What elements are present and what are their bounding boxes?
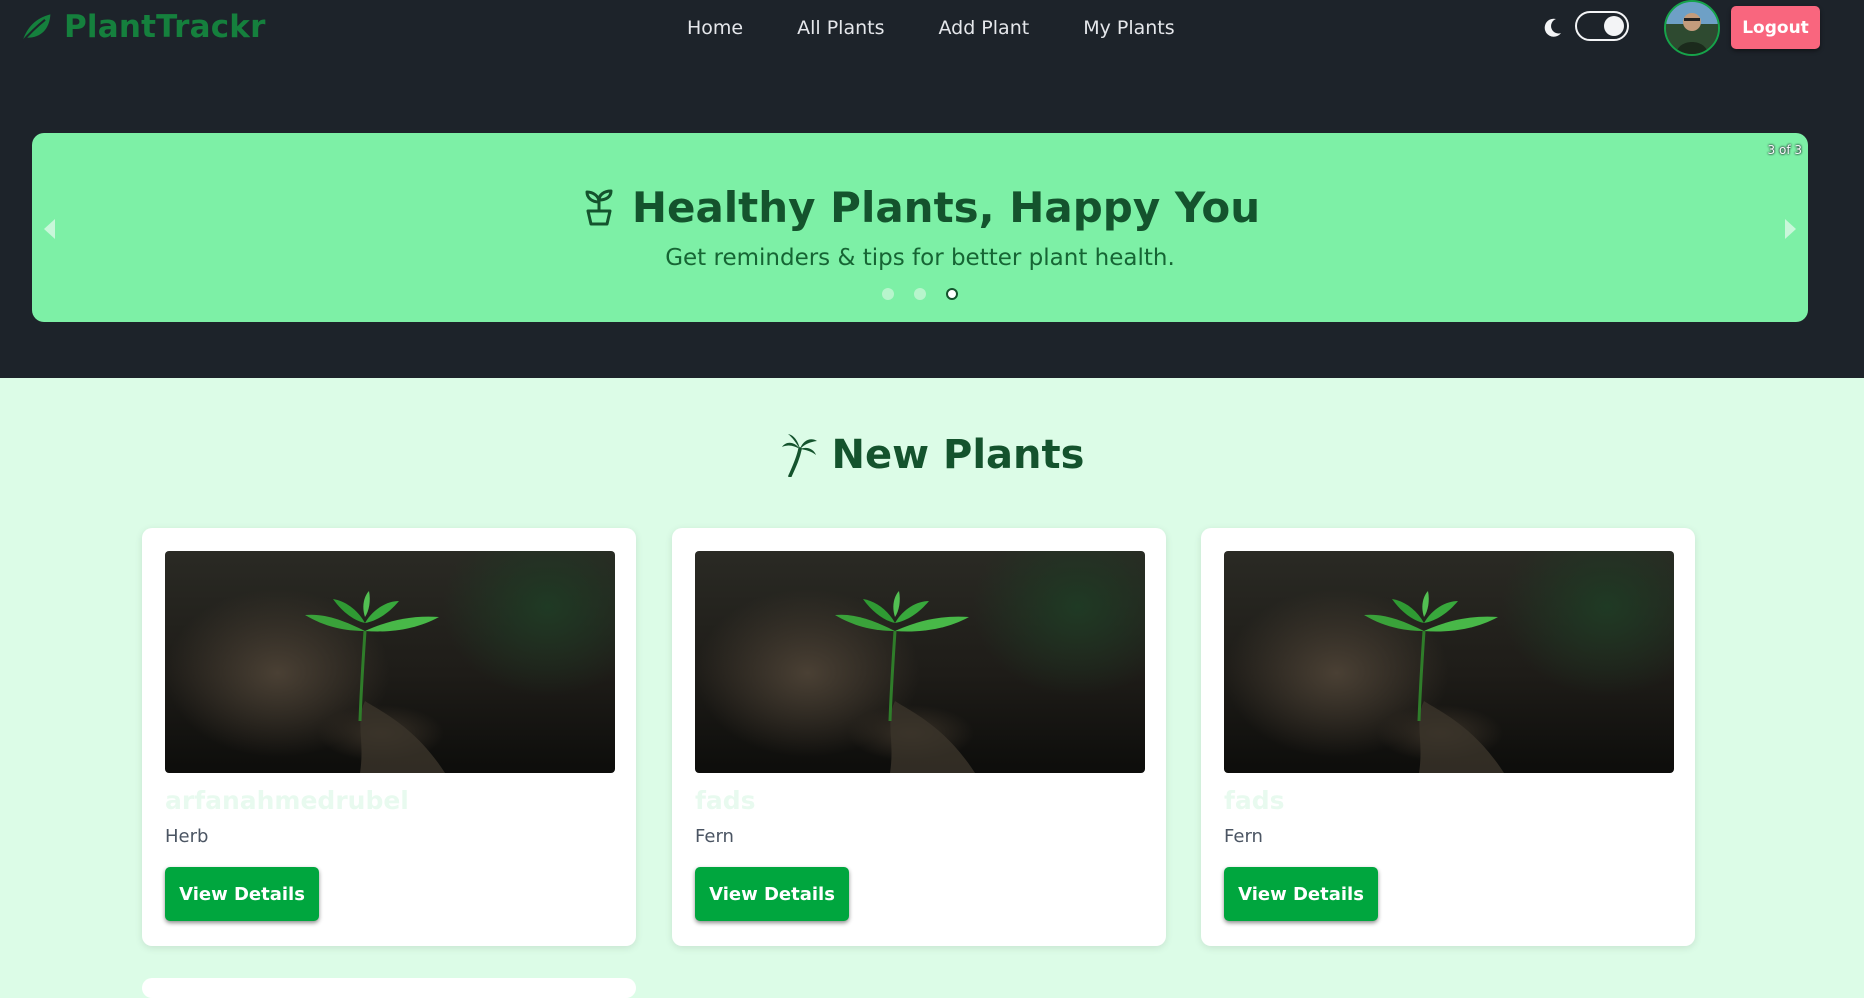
toggle-knob (1604, 16, 1624, 36)
brand[interactable]: PlantTrackr (18, 9, 266, 45)
plant-type: Fern (1224, 826, 1263, 847)
banner-subtitle: Get reminders & tips for better plant he… (665, 245, 1175, 271)
section-title: New Plants (831, 432, 1085, 478)
user-photo (1666, 2, 1718, 54)
leaf-icon (20, 14, 51, 44)
plant-name: fads (1224, 786, 1285, 815)
plant-card: fads Fern View Details (672, 528, 1166, 946)
carousel-dots (32, 288, 1808, 300)
carousel-dot-1[interactable] (882, 288, 894, 300)
seedling-photo (305, 591, 445, 773)
plant-name: arfanahmedrubel (165, 786, 409, 815)
view-details-button[interactable]: View Details (165, 867, 319, 921)
plant-card: fads Fern View Details (1201, 528, 1695, 946)
nav-home[interactable]: Home (660, 16, 770, 40)
palm-tree-icon (781, 434, 817, 477)
seedling-photo (1364, 591, 1504, 773)
hero-carousel: 3 of 3 Healthy Plants, Happy You Get rem… (32, 133, 1808, 322)
plant-image (1224, 551, 1674, 773)
theme-toggle[interactable] (1575, 11, 1629, 41)
banner-title-row: Healthy Plants, Happy You (32, 183, 1808, 232)
carousel-dot-2[interactable] (914, 288, 926, 300)
plant-card-next-row (142, 978, 636, 998)
plant-type: Herb (165, 826, 209, 847)
moon-icon (1544, 18, 1561, 37)
nav-my-plants[interactable]: My Plants (1056, 16, 1201, 40)
plant-image (695, 551, 1145, 773)
avatar[interactable] (1664, 0, 1720, 56)
carousel-dot-3[interactable] (946, 288, 958, 300)
main-nav: Home All Plants Add Plant My Plants (660, 16, 1202, 40)
plant-image (165, 551, 615, 773)
slide-counter: 3 of 3 (1767, 143, 1802, 157)
brand-name: PlantTrackr (64, 9, 266, 45)
plant-type: Fern (695, 826, 734, 847)
navbar: PlantTrackr Home All Plants Add Plant My… (0, 0, 1864, 78)
banner-title: Healthy Plants, Happy You (631, 183, 1261, 232)
plant-name: fads (695, 786, 756, 815)
view-details-button[interactable]: View Details (695, 867, 849, 921)
logout-button[interactable]: Logout (1731, 6, 1820, 49)
sprout-icon (585, 189, 613, 225)
seedling-photo (835, 591, 975, 773)
nav-add-plant[interactable]: Add Plant (911, 16, 1056, 40)
nav-all-plants[interactable]: All Plants (770, 16, 911, 40)
plant-card: arfanahmedrubel Herb View Details (142, 528, 636, 946)
new-plants-header: New Plants (0, 432, 1864, 478)
view-details-button[interactable]: View Details (1224, 867, 1378, 921)
